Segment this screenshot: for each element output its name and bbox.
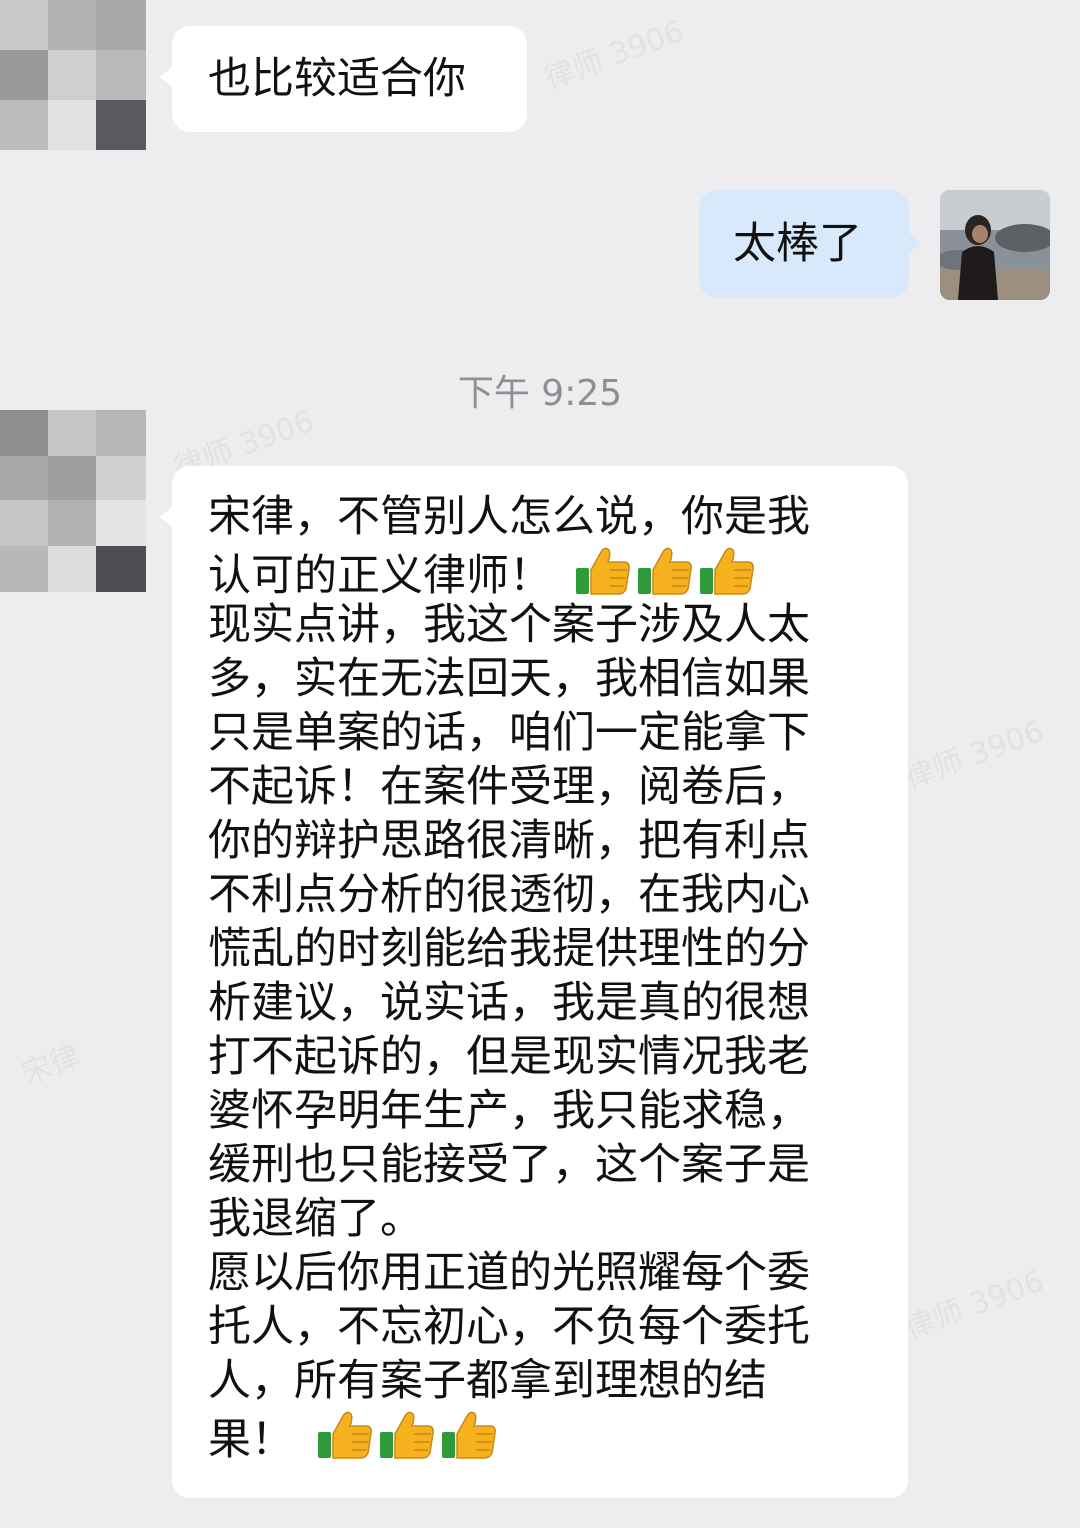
message-line: 多，实在无法回天，我相信如果 [208, 654, 810, 704]
message-line: 你的辩护思路很清晰，把有利点 [208, 816, 810, 866]
message-line: 我退缩了。 [208, 1194, 423, 1244]
message-line-with-emoji: 果！ [208, 1408, 872, 1465]
message-line: 不利点分析的很透彻，在我内心 [208, 870, 810, 920]
watermark: 律师 3906 [899, 1263, 1049, 1347]
watermark: 律师 3906 [899, 713, 1049, 797]
message-line: 宋律，不管别人怎么说，你是我 [208, 492, 810, 542]
message-line: 托人，不忘初心，不负每个委托 [208, 1302, 810, 1352]
watermark: 宋律 [17, 1038, 86, 1092]
thumbs-up-icon [636, 544, 694, 598]
thumbs-up-icon [316, 1408, 374, 1462]
message-line: 愿以后你用正道的光照耀每个委 [208, 1248, 810, 1298]
message-line: 人，所有案子都拿到理想的结 [208, 1356, 767, 1406]
message-line: 慌乱的时刻能给我提供理性的分 [208, 924, 810, 974]
watermark: 律师 3906 [539, 13, 689, 97]
message-line: 不起诉！在案件受理，阅卷后， [208, 762, 810, 812]
message-line: 只是单案的话，咱们一定能拿下 [208, 708, 810, 758]
message-line: 打不起诉的，但是现实情况我老 [208, 1032, 810, 1082]
contact-avatar[interactable] [0, 410, 146, 592]
message-line: 析建议，说实话，我是真的很想 [208, 978, 810, 1028]
my-avatar[interactable] [940, 190, 1050, 300]
contact-avatar[interactable] [0, 0, 146, 150]
message-line: 婆怀孕明年生产，我只能求稳， [208, 1086, 810, 1136]
message-bubble-outgoing[interactable]: 太棒了 [699, 190, 921, 298]
thumbs-up-icon [440, 1408, 498, 1462]
thumbs-up-icon [378, 1408, 436, 1462]
message-line: 现实点讲，我这个案子涉及人太 [208, 600, 810, 650]
thumbs-up-icon [698, 544, 756, 598]
thumbs-up-icon [574, 544, 632, 598]
message-line: 缓刑也只能接受了，这个案子是 [208, 1140, 810, 1190]
message-line: 认可的正义律师！ [208, 551, 552, 601]
message-bubble-incoming[interactable]: 也比较适合你 [160, 26, 527, 132]
message-text: 太棒了 [733, 219, 862, 269]
chat-timestamp: 下午 9:25 [457, 373, 623, 414]
message-bubble-incoming-long[interactable]: 宋律，不管别人怎么说，你是我 认可的正义律师！ 现实点讲，我这个案子涉及人太 多… [160, 466, 908, 1498]
message-text: 也比较适合你 [208, 54, 466, 104]
message-line-with-emoji: 认可的正义律师！ [208, 544, 872, 601]
emoji-group [574, 544, 756, 598]
emoji-group [316, 1408, 498, 1462]
message-line: 果！ [208, 1415, 294, 1465]
